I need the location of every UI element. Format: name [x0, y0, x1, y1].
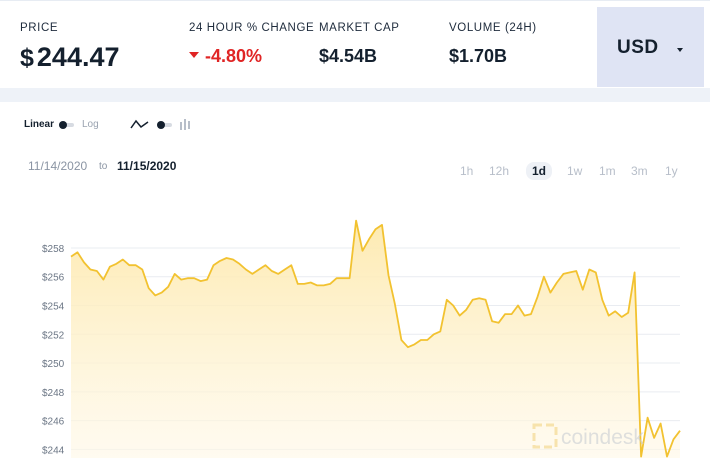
- y-axis: $244 $246 $248 $250 $252 $254 $256 $258: [42, 244, 65, 456]
- currency-selector[interactable]: USD: [597, 7, 704, 87]
- coindesk-logo: coindesk: [561, 426, 644, 449]
- volume-label: VOLUME (24H): [449, 22, 537, 34]
- change-stat: 24 HOUR % CHANGE -4.80%: [189, 22, 314, 67]
- y-tick-label: $256: [42, 273, 65, 284]
- range-tab-1m[interactable]: 1m: [599, 164, 616, 178]
- date-from[interactable]: 11/14/2020: [28, 159, 87, 173]
- down-arrow-icon: [189, 52, 199, 59]
- y-tick-label: $258: [42, 244, 65, 255]
- chart-type-toggle-knob: [157, 121, 165, 129]
- price-label: PRICE: [20, 22, 59, 34]
- price-chart[interactable]: $244 $246 $248 $250 $252 $254 $256 $258 coindes…: [0, 180, 710, 458]
- line-chart-icon[interactable]: [130, 119, 149, 131]
- chart-type-toggle-switch[interactable]: [157, 121, 172, 129]
- market-cap-value: $4.54B: [319, 46, 378, 66]
- stats-header: PRICE $244.47 24 HOUR % CHANGE -4.80% MA…: [0, 0, 710, 89]
- price-amount: 244.47: [36, 42, 120, 72]
- currency-selector-label: USD: [617, 37, 659, 58]
- range-tab-1y[interactable]: 1y: [665, 164, 678, 178]
- volume-value: $1.70B: [449, 46, 508, 66]
- y-tick-label: $246: [42, 417, 65, 428]
- scale-toggle-knob: [59, 121, 67, 129]
- y-tick-label: $254: [42, 302, 65, 313]
- scale-toggle-switch[interactable]: [59, 121, 74, 129]
- header-divider: [0, 88, 710, 102]
- volume-stat: VOLUME (24H) $1.70B: [449, 22, 537, 67]
- change-value: -4.80%: [189, 46, 314, 67]
- change-amount: -4.80%: [205, 46, 263, 66]
- date-range-separator: to: [99, 161, 108, 172]
- y-tick-label: $248: [42, 388, 65, 399]
- market-cap-stat: MARKET CAP $4.54B: [319, 22, 400, 67]
- y-tick-label: $244: [42, 445, 65, 456]
- range-tab-12h[interactable]: 12h: [489, 164, 509, 178]
- candlestick-icon[interactable]: [179, 119, 192, 131]
- market-cap-label: MARKET CAP: [319, 22, 400, 34]
- chevron-down-icon: [677, 48, 683, 52]
- range-tab-1d[interactable]: 1d: [526, 162, 553, 180]
- linear-label: Linear: [24, 119, 55, 130]
- price-value: $244.47: [20, 42, 120, 73]
- change-label: 24 HOUR % CHANGE: [189, 22, 315, 34]
- log-label: Log: [82, 119, 99, 130]
- price-area: [71, 220, 680, 458]
- range-tab-3m[interactable]: 3m: [631, 164, 648, 178]
- price-stat: PRICE $244.47: [20, 22, 120, 73]
- range-tab-1w[interactable]: 1w: [567, 164, 582, 178]
- y-tick-label: $250: [42, 359, 65, 370]
- price-currency-symbol: $: [20, 44, 34, 72]
- date-to[interactable]: 11/15/2020: [117, 159, 176, 173]
- range-tab-1h[interactable]: 1h: [460, 164, 473, 178]
- y-tick-label: $252: [42, 330, 65, 341]
